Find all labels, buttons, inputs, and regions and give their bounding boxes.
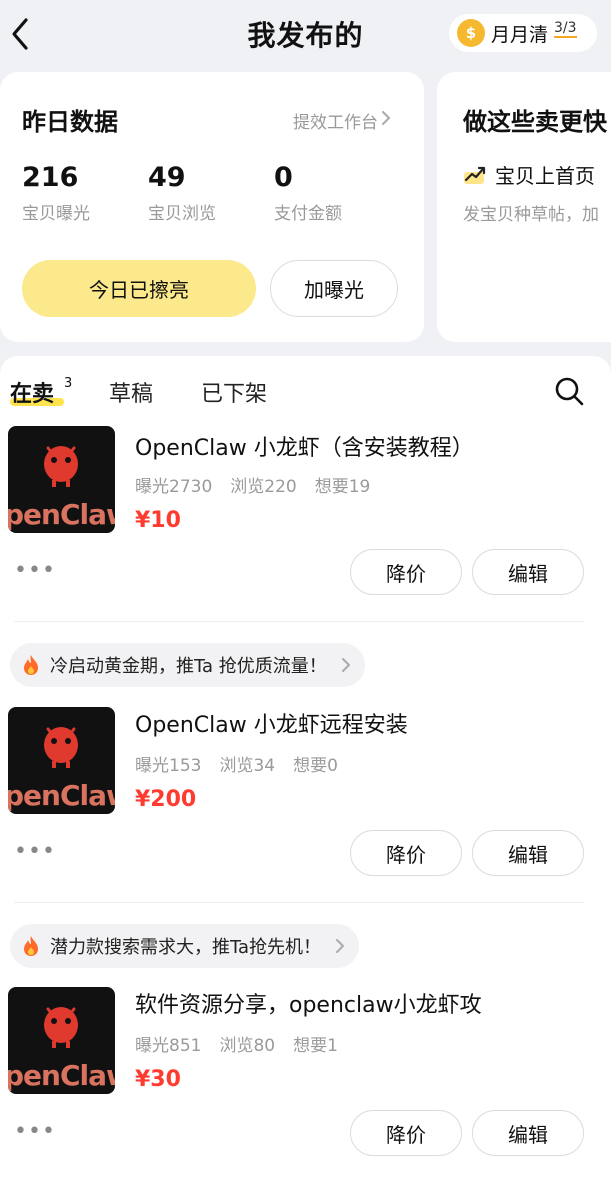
lobster-robot-icon (44, 446, 78, 487)
promotion-tip[interactable]: 潜力款搜索需求大，推Ta抢先机！ (10, 924, 360, 968)
listing-item[interactable]: penClaw OpenClaw 小龙虾远程安装 曝光153 浏览34 想要0 ¥2… (0, 707, 611, 907)
sell-faster-title: 做这些卖更快 (463, 108, 607, 136)
more-options-icon[interactable]: ••• (14, 558, 56, 583)
thumbnail-brand-text: penClaw (8, 498, 115, 531)
tab-on-sale[interactable]: 在卖 (10, 376, 54, 408)
fire-icon (24, 655, 38, 675)
fire-icon (24, 936, 38, 956)
add-exposure-button[interactable]: 加曝光 (270, 260, 398, 317)
stat-value: 216 (22, 162, 79, 193)
edit-button[interactable]: 编辑 (472, 549, 584, 595)
money-bag-icon: $ (457, 19, 485, 47)
chevron-right-icon (336, 939, 345, 953)
edit-button[interactable]: 编辑 (472, 830, 584, 876)
homepage-tip: 宝贝上首页 (463, 160, 595, 189)
homepage-tip-text: 宝贝上首页 (495, 164, 595, 188)
lobster-robot-icon (44, 727, 78, 768)
exposure-count: 曝光153 (135, 756, 202, 776)
listing-item[interactable]: penClaw OpenClaw 小龙虾（含安装教程） 曝光2730 浏览220 想… (0, 426, 611, 626)
listing-price: ¥200 (135, 787, 197, 812)
reduce-price-button[interactable]: 降价 (350, 549, 462, 595)
views-count: 浏览220 (230, 477, 297, 497)
reduce-price-button[interactable]: 降价 (350, 1110, 462, 1156)
badge-label: 月月清 (491, 23, 549, 46)
promotion-tip[interactable]: 冷启动黄金期，推Ta 抢优质流量！ (10, 643, 365, 687)
stat-payment: 0 支付金额 (274, 162, 342, 224)
listing-title: OpenClaw 小龙虾远程安装 (135, 713, 408, 738)
stat-views: 49 宝贝浏览 (148, 162, 216, 224)
promotion-tip-text: 潜力款搜索需求大，推Ta抢先机！ (50, 937, 322, 958)
divider (14, 902, 584, 903)
exposure-count: 曝光2730 (135, 477, 213, 497)
search-icon[interactable] (554, 376, 584, 406)
stat-value: 0 (274, 162, 293, 193)
badge-count: 3/3 (554, 20, 577, 38)
efficiency-workbench-link[interactable]: 提效工作台 (293, 108, 378, 133)
divider (14, 621, 584, 622)
stat-label: 支付金额 (274, 204, 342, 224)
reduce-price-button[interactable]: 降价 (350, 830, 462, 876)
stat-label: 宝贝曝光 (22, 204, 90, 224)
thumbnail-brand-text: penClaw (8, 1059, 115, 1092)
stat-value: 49 (148, 162, 186, 193)
thumbnail-brand-text: penClaw (8, 779, 115, 812)
lobster-robot-icon (44, 1007, 78, 1048)
sell-faster-card[interactable]: 做这些卖更快 宝贝上首页 发宝贝种草帖，加 (437, 72, 611, 342)
efficiency-workbench-label: 提效工作台 (293, 113, 378, 133)
product-thumbnail: penClaw (8, 707, 115, 814)
exposure-count: 曝光851 (135, 1036, 202, 1056)
trend-up-icon (464, 166, 486, 184)
more-options-icon[interactable]: ••• (14, 1119, 56, 1144)
product-thumbnail: penClaw (8, 987, 115, 1094)
views-count: 浏览34 (219, 756, 276, 776)
homepage-tip-sub: 发宝贝种草帖，加 (463, 205, 599, 225)
listing-metrics: 曝光851 浏览80 想要1 (135, 1031, 356, 1056)
monthly-clear-badge[interactable]: $ 月月清 3/3 (449, 14, 597, 52)
listing-title: 软件资源分享，openclaw小龙虾攻 (135, 993, 482, 1018)
top-bar: 我发布的 $ 月月清 3/3 (0, 0, 611, 68)
stat-exposure: 216 宝贝曝光 (22, 162, 90, 224)
wants-count: 想要19 (314, 477, 371, 497)
listing-price: ¥10 (135, 508, 181, 533)
listing-metrics: 曝光2730 浏览220 想要19 (135, 472, 388, 497)
on-sale-count: 3 (64, 376, 73, 391)
tab-removed[interactable]: 已下架 (201, 376, 267, 408)
product-thumbnail: penClaw (8, 426, 115, 533)
listing-title: OpenClaw 小龙虾（含安装教程） (135, 436, 474, 461)
stat-label: 宝贝浏览 (148, 204, 216, 224)
wants-count: 想要0 (293, 756, 338, 776)
yesterday-stats-card: 昨日数据 提效工作台 216 宝贝曝光 49 宝贝浏览 0 支付金额 今日已擦亮… (0, 72, 424, 342)
wants-count: 想要1 (293, 1036, 338, 1056)
promotion-tip-text: 冷启动黄金期，推Ta 抢优质流量！ (50, 656, 327, 677)
listing-item[interactable]: penClaw 软件资源分享，openclaw小龙虾攻 曝光851 浏览80 想要1… (0, 987, 611, 1187)
stats-card-title: 昨日数据 (22, 108, 118, 136)
listing-metrics: 曝光153 浏览34 想要0 (135, 751, 356, 776)
chevron-right-icon (341, 658, 350, 672)
more-options-icon[interactable]: ••• (14, 839, 56, 864)
views-count: 浏览80 (219, 1036, 276, 1056)
listing-price: ¥30 (135, 1067, 181, 1092)
polished-today-button[interactable]: 今日已擦亮 (22, 260, 256, 317)
tab-drafts[interactable]: 草稿 (109, 376, 153, 408)
edit-button[interactable]: 编辑 (472, 1110, 584, 1156)
listings-panel: 在卖 3 草稿 已下架 penClaw OpenClaw 小龙虾（含安装教程） … (0, 356, 611, 1199)
chevron-right-icon (382, 111, 390, 125)
